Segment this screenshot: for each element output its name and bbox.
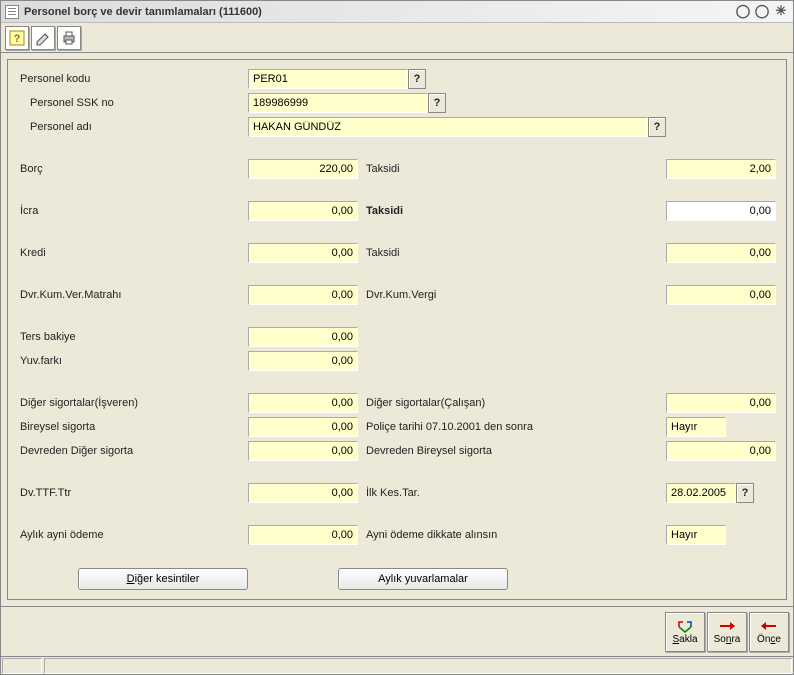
label-ayni-dikkate: Ayni ödeme dikkate alınsın bbox=[358, 529, 568, 541]
bottom-buttons: Diğer kesintiler Aylık yuvarlamalar bbox=[78, 568, 776, 590]
row-bireysel: Bireysel sigorta Poliçe tarihi 07.10.200… bbox=[18, 416, 776, 438]
app-icon bbox=[5, 5, 19, 19]
input-kredi-taksidi[interactable] bbox=[666, 243, 776, 263]
label-personel-kodu: Personel kodu bbox=[18, 73, 248, 85]
input-dvrkum[interactable] bbox=[248, 285, 358, 305]
diger-kesintiler-button[interactable]: Diğer kesintiler bbox=[78, 568, 248, 590]
sonra-pre: So bbox=[714, 634, 726, 645]
label-kredi: Kredi bbox=[18, 247, 248, 259]
label-personel-adi: Personel adı bbox=[18, 121, 248, 133]
row-dvrkum: Dvr.Kum.Ver.Matrahı Dvr.Kum.Vergi bbox=[18, 284, 776, 306]
maximize-icon[interactable]: ◯ bbox=[754, 3, 770, 19]
row-personel-ssk: Personel SSK no ? bbox=[18, 92, 776, 114]
row-diger-sig-isv: Diğer sigortalar(İşveren) Diğer sigortal… bbox=[18, 392, 776, 414]
input-bireysel[interactable] bbox=[248, 417, 358, 437]
row-borc: Borç Taksidi bbox=[18, 158, 776, 180]
input-police[interactable] bbox=[666, 417, 726, 437]
lookup-personel-kodu[interactable]: ? bbox=[408, 69, 426, 89]
aylik-yuvarlamalar-button[interactable]: Aylık yuvarlamalar bbox=[338, 568, 508, 590]
input-dvttf[interactable] bbox=[248, 483, 358, 503]
row-ters-bakiye: Ters bakiye bbox=[18, 326, 776, 348]
label-kredi-taksidi: Taksidi bbox=[358, 247, 568, 259]
label-diger-sig-isv: Diğer sigortalar(İşveren) bbox=[18, 397, 248, 409]
label-diger-sig-calisan: Diğer sigortalar(Çalışan) bbox=[358, 397, 568, 409]
input-devreden-bireysel[interactable] bbox=[666, 441, 776, 461]
input-borc[interactable] bbox=[248, 159, 358, 179]
status-segment-1 bbox=[2, 658, 42, 674]
row-personel-kodu: Personel kodu ? bbox=[18, 68, 776, 90]
label-ters-bakiye: Ters bakiye bbox=[18, 331, 248, 343]
label-borc-taksidi: Taksidi bbox=[358, 163, 568, 175]
label-icra-taksidi: Taksidi bbox=[358, 205, 568, 217]
statusbar bbox=[1, 656, 793, 674]
input-personel-ssk[interactable] bbox=[248, 93, 428, 113]
input-diger-sig-isv[interactable] bbox=[248, 393, 358, 413]
label-dvrkum: Dvr.Kum.Ver.Matrahı bbox=[18, 289, 248, 301]
input-ilk-kes[interactable] bbox=[666, 483, 736, 503]
titlebar: Personel borç ve devir tanımlamaları (11… bbox=[1, 1, 793, 23]
app-window: Personel borç ve devir tanımlamaları (11… bbox=[0, 0, 794, 675]
minimize-icon[interactable]: ◯ bbox=[735, 3, 751, 19]
input-yuv-farki[interactable] bbox=[248, 351, 358, 371]
row-aylik-ayni: Aylık ayni ödeme Ayni ödeme dikkate alın… bbox=[18, 524, 776, 546]
once-button[interactable]: Önce bbox=[749, 612, 789, 652]
label-police: Poliçe tarihi 07.10.2001 den sonra bbox=[358, 421, 568, 433]
label-bireysel: Bireysel sigorta bbox=[18, 421, 248, 433]
sonra-button[interactable]: Sonra bbox=[707, 612, 747, 652]
label-ilk-kes: İlk Kes.Tar. bbox=[358, 487, 568, 499]
label-icra: İcra bbox=[18, 205, 248, 217]
input-personel-kodu[interactable] bbox=[248, 69, 408, 89]
label-borc: Borç bbox=[18, 163, 248, 175]
sakla-rest: akla bbox=[679, 634, 697, 645]
input-ters-bakiye[interactable] bbox=[248, 327, 358, 347]
help-button[interactable]: ? bbox=[5, 26, 29, 50]
label-dvttf: Dv.TTF.Ttr bbox=[18, 487, 248, 499]
lookup-personel-adi[interactable]: ? bbox=[648, 117, 666, 137]
row-personel-adi: Personel adı ? bbox=[18, 116, 776, 138]
input-diger-sig-calisan[interactable] bbox=[666, 393, 776, 413]
input-dvrkum-vergi[interactable] bbox=[666, 285, 776, 305]
arrow-right-icon bbox=[718, 619, 736, 633]
window-title: Personel borç ve devir tanımlamaları (11… bbox=[24, 6, 262, 18]
row-yuv-farki: Yuv.farkı bbox=[18, 350, 776, 372]
btn-diger-label: iğer kesintiler bbox=[135, 573, 200, 585]
label-personel-ssk: Personel SSK no bbox=[18, 97, 248, 109]
edit-button[interactable] bbox=[31, 26, 55, 50]
window-controls: ◯ ◯ ✳ bbox=[735, 3, 789, 19]
svg-text:?: ? bbox=[14, 33, 21, 45]
row-icra: İcra Taksidi bbox=[18, 200, 776, 222]
row-dvttf: Dv.TTF.Ttr İlk Kes.Tar. ? bbox=[18, 482, 776, 504]
input-borc-taksidi[interactable] bbox=[666, 159, 776, 179]
lookup-personel-ssk[interactable]: ? bbox=[428, 93, 446, 113]
input-aylik-ayni[interactable] bbox=[248, 525, 358, 545]
footer-toolbar: Sakla Sonra Önce bbox=[1, 606, 793, 656]
label-devreden-bireysel: Devreden Bireysel sigorta bbox=[358, 445, 568, 457]
sonra-post: ra bbox=[731, 634, 740, 645]
label-dvrkum-vergi: Dvr.Kum.Vergi bbox=[358, 289, 568, 301]
input-icra[interactable] bbox=[248, 201, 358, 221]
once-post: e bbox=[775, 634, 781, 645]
input-kredi[interactable] bbox=[248, 243, 358, 263]
status-segment-2 bbox=[44, 658, 792, 674]
row-devreden-diger: Devreden Diğer sigorta Devreden Bireysel… bbox=[18, 440, 776, 462]
row-kredi: Kredi Taksidi bbox=[18, 242, 776, 264]
print-button[interactable] bbox=[57, 26, 81, 50]
arrow-left-icon bbox=[760, 619, 778, 633]
sakla-button[interactable]: Sakla bbox=[665, 612, 705, 652]
btn-aylik-label: Aylık yuvarlamalar bbox=[378, 573, 468, 585]
once-pre: Ön bbox=[757, 634, 770, 645]
save-icon bbox=[676, 619, 694, 633]
toolbar: ? bbox=[1, 23, 793, 53]
content-area: Personel kodu ? Personel SSK no ? Person… bbox=[1, 53, 793, 606]
input-ayni-dikkate[interactable] bbox=[666, 525, 726, 545]
form-panel: Personel kodu ? Personel SSK no ? Person… bbox=[7, 59, 787, 600]
close-icon[interactable]: ✳ bbox=[773, 3, 789, 19]
label-devreden-diger: Devreden Diğer sigorta bbox=[18, 445, 248, 457]
input-devreden-diger[interactable] bbox=[248, 441, 358, 461]
lookup-ilk-kes[interactable]: ? bbox=[736, 483, 754, 503]
label-aylik-ayni: Aylık ayni ödeme bbox=[18, 529, 248, 541]
input-personel-adi[interactable] bbox=[248, 117, 648, 137]
input-icra-taksidi[interactable] bbox=[666, 201, 776, 221]
label-yuv-farki: Yuv.farkı bbox=[18, 355, 248, 367]
